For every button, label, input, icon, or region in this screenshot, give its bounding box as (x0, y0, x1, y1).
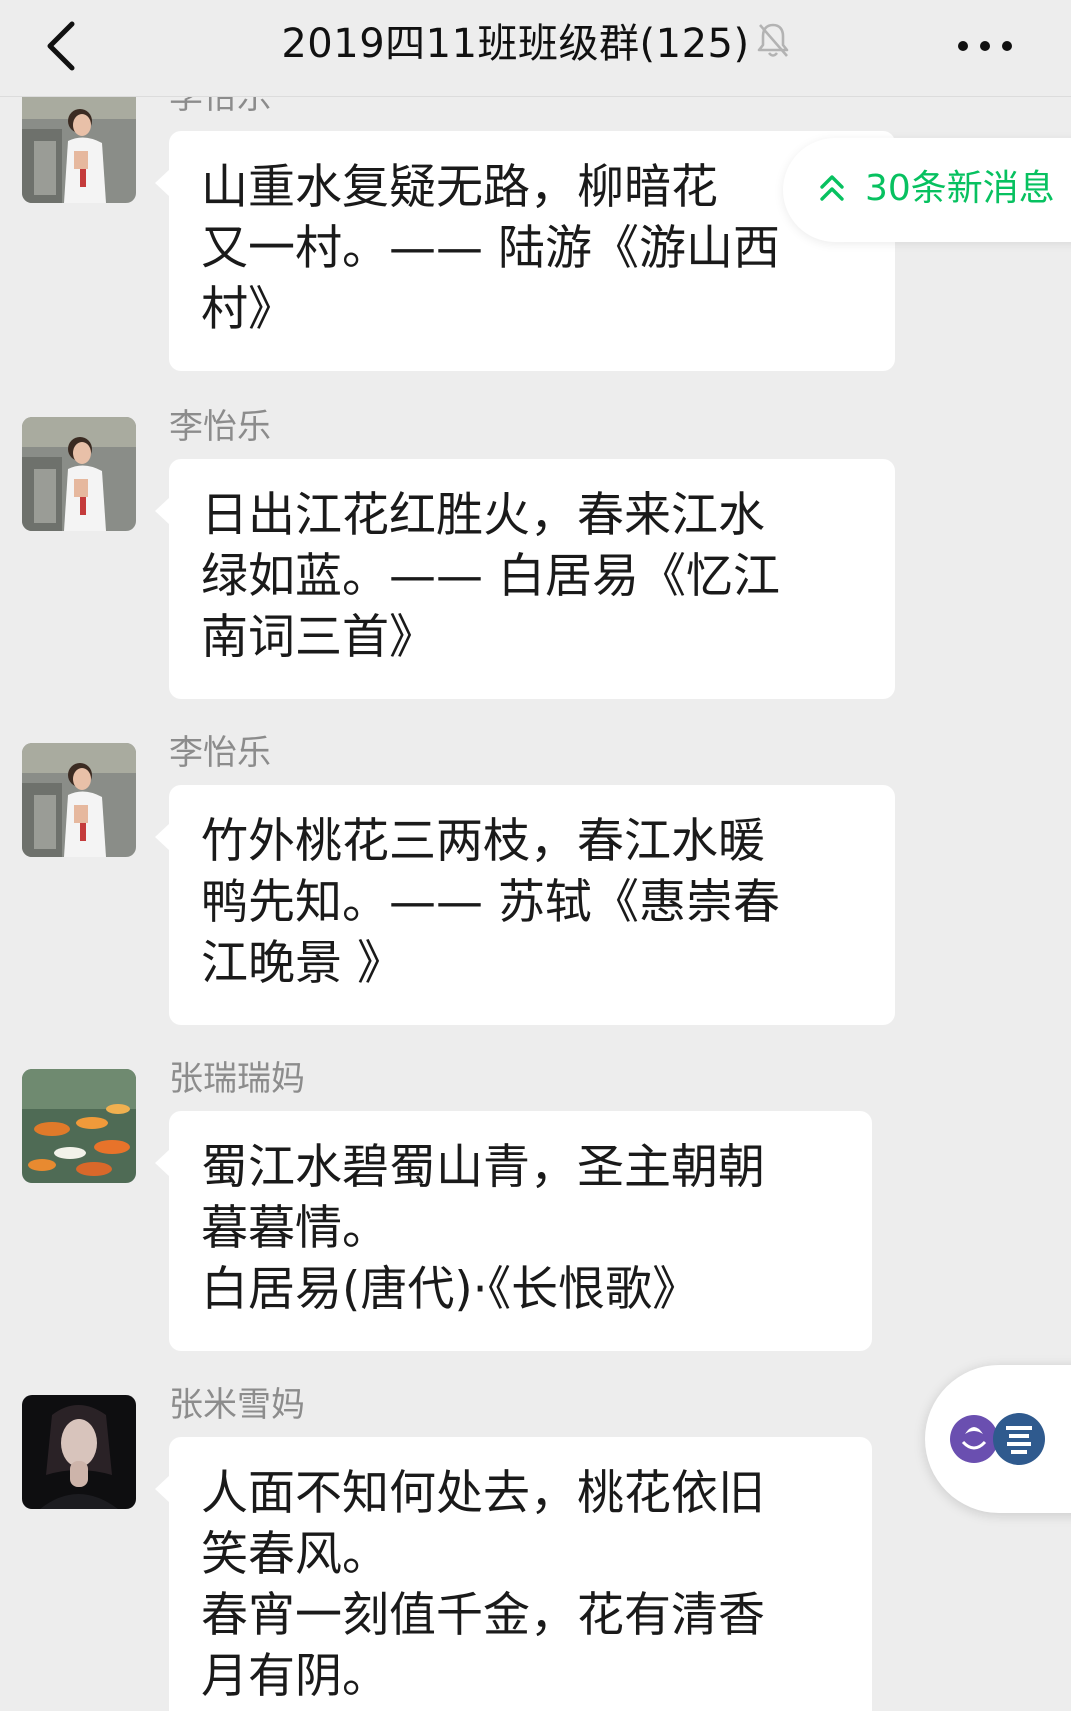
message-line: 鸭先知。—— 苏轼《惠崇春 (201, 875, 780, 930)
message-line: 人面不知何处去，桃花依旧 (201, 1466, 765, 1521)
message-bubble[interactable]: 人面不知何处去，桃花依旧 笑春风。 春宵一刻值千金，花有清香 月有阴。 (155, 1437, 872, 1711)
message-line: 笑春风。 (201, 1527, 389, 1582)
message-line: 南词三首》 (201, 610, 436, 665)
sender-name: 李怡乐 (169, 97, 271, 117)
message-bubble[interactable]: 山重水复疑无路，柳暗花 又一村。—— 陆游《游山西 村》 (155, 131, 895, 371)
message-line: 又一村。—— 陆游《游山西 (201, 221, 780, 276)
chat-header: 2019四11班班级群(125) (0, 0, 1071, 97)
double-chevron-up-icon (820, 175, 844, 201)
bell-off-icon (756, 16, 790, 76)
chat-title: 2019四11班班级群(125) (0, 14, 1071, 76)
message-line: 白居易(唐代)·《长恨歌》 (201, 1262, 700, 1317)
sender-name: 张米雪妈 (169, 1385, 305, 1425)
message-line: 蜀江水碧蜀山青，圣主朝朝 (201, 1140, 765, 1195)
message-line: 春宵一刻值千金，花有清香 (201, 1588, 765, 1643)
message-bubble[interactable]: 竹外桃花三两枝，春江水暖 鸭先知。—— 苏轼《惠崇春 江晚景 》 (155, 785, 895, 1025)
more-dots-icon (958, 41, 1012, 51)
message-list[interactable]: 李怡乐 山重水复疑无路，柳暗花 又一村。—— 陆游《游山西 村》 李怡乐 日出江… (0, 97, 1071, 1711)
avatar[interactable] (22, 743, 136, 857)
sender-name: 李怡乐 (169, 733, 271, 773)
avatar[interactable] (22, 97, 136, 203)
new-messages-label: 30条新消息 (865, 168, 1055, 209)
sender-name: 李怡乐 (169, 407, 271, 447)
avatar[interactable] (22, 1395, 136, 1509)
message-bubble[interactable]: 日出江花红胜火，春来江水 绿如蓝。—— 白居易《忆江 南词三首》 (155, 459, 895, 699)
message-line: 暮暮情。 (201, 1201, 389, 1256)
message-line: 山重水复疑无路，柳暗花 (201, 160, 718, 215)
message-line: 日出江花红胜火，春来江水 (201, 488, 765, 543)
avatar[interactable] (22, 1069, 136, 1183)
avatar[interactable] (22, 417, 136, 531)
message-line: 绿如蓝。—— 白居易《忆江 (201, 549, 780, 604)
message-bubble[interactable]: 蜀江水碧蜀山青，圣主朝朝 暮暮情。 白居易(唐代)·《长恨歌》 (155, 1111, 872, 1351)
message-line: 竹外桃花三两枝，春江水暖 (201, 814, 765, 869)
message-line: 江晚景 》 (201, 936, 404, 991)
more-button[interactable] (955, 26, 1015, 66)
reading-app-logo-icon (950, 1413, 1045, 1465)
message-line: 月有阴。 (201, 1649, 389, 1704)
sender-name: 张瑞瑞妈 (169, 1059, 305, 1099)
floating-app-button[interactable] (925, 1365, 1071, 1513)
new-messages-button[interactable]: 30条新消息 (783, 138, 1071, 242)
group-name: 2019四11班班级群(125) (281, 21, 750, 67)
message-line: 村》 (201, 282, 295, 337)
